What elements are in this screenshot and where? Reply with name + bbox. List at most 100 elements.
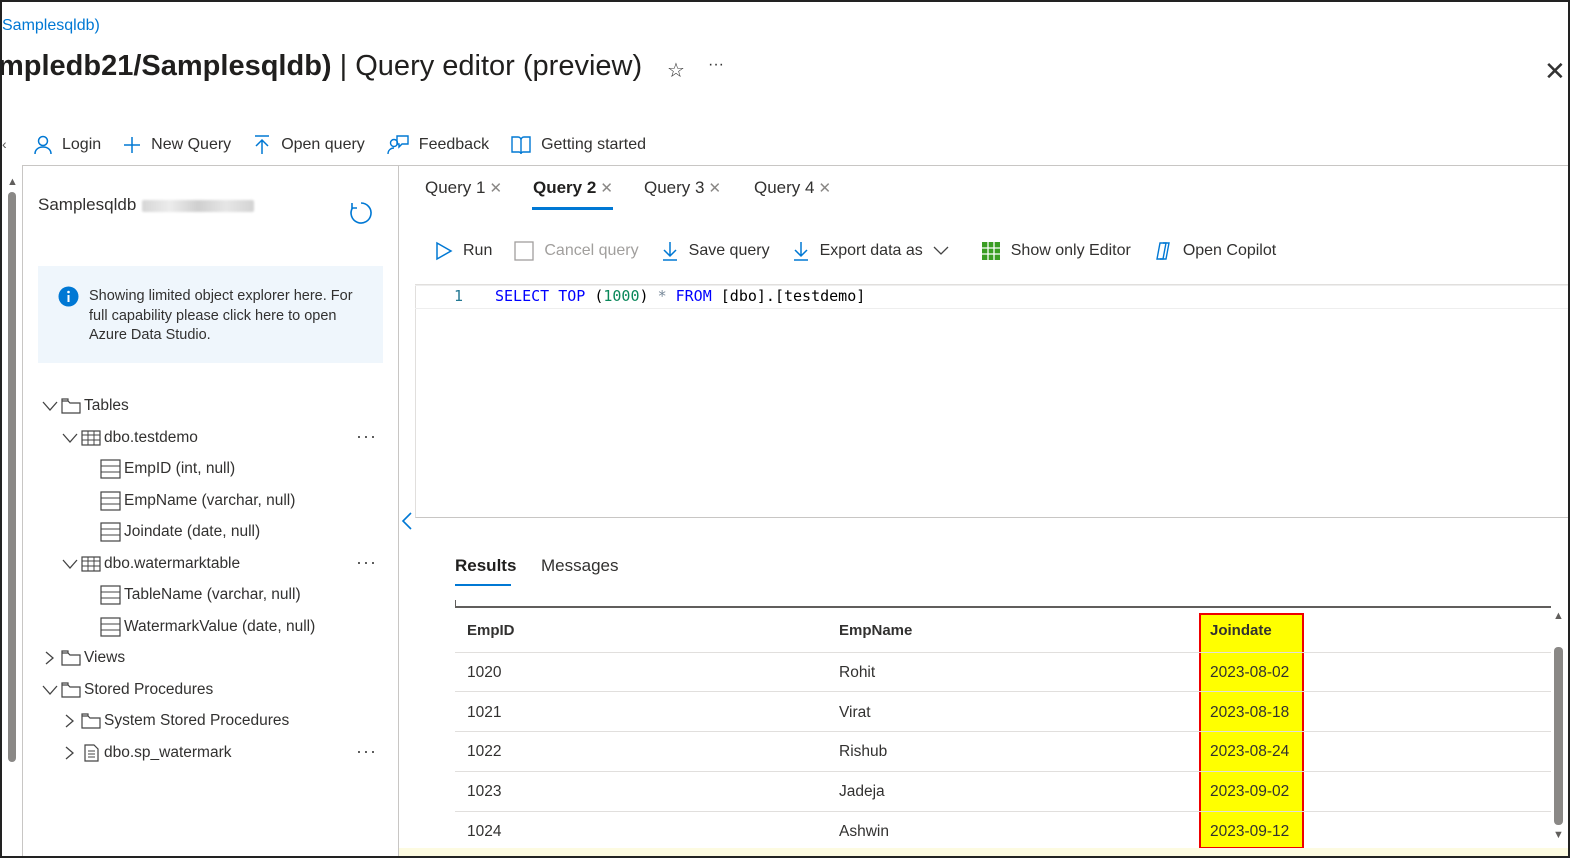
export-data-button[interactable]: Export data as — [792, 241, 959, 261]
table-icon — [81, 556, 101, 572]
tab-query-1-label: Query 1 — [425, 178, 486, 197]
tree-node-column[interactable]: WatermarkValue (date, null) — [100, 616, 315, 638]
tree-label-column: EmpName (varchar, null) — [124, 492, 296, 509]
refresh-icon[interactable] — [348, 200, 374, 231]
tree-node-views[interactable]: Views — [42, 647, 125, 669]
new-query-button[interactable]: New Query — [123, 136, 231, 154]
active-tab-indicator — [532, 207, 613, 210]
tree-node-table-watermarktable[interactable]: dbo.watermarktable — [62, 553, 240, 575]
tab-query-4[interactable]: Query 4 ✕ — [754, 178, 831, 198]
cell-joindate[interactable]: 2023-09-02 — [1210, 783, 1289, 801]
cancel-query-button[interactable]: Cancel query — [514, 241, 639, 261]
open-query-button[interactable]: Open query — [253, 135, 365, 155]
collapse-pane-icon[interactable] — [401, 512, 413, 535]
column-header-joindate[interactable]: Joindate — [1210, 622, 1272, 639]
getting-started-button[interactable]: Getting started — [511, 135, 646, 155]
chevron-right-icon — [65, 746, 74, 760]
close-tab-icon[interactable]: ✕ — [600, 180, 613, 197]
tree-node-column[interactable]: Joindate (date, null) — [100, 521, 260, 543]
row-divider — [455, 691, 1551, 692]
tree-label-column: TableName (varchar, null) — [124, 586, 301, 603]
query-editor-window: Samplesqldb) mpledb21/Samplesqldb) | Que… — [0, 0, 1570, 858]
more-actions-watermarktable[interactable]: ··· — [356, 552, 377, 573]
pane-divider[interactable] — [398, 165, 399, 856]
column-header-empname[interactable]: EmpName — [839, 622, 912, 639]
results-scrollbar[interactable] — [1554, 647, 1563, 825]
close-tab-icon[interactable]: ✕ — [818, 180, 831, 197]
tree-node-sp-watermark[interactable]: dbo.sp_watermark — [62, 742, 232, 764]
cell-empname[interactable]: Ashwin — [839, 823, 889, 841]
toolbar-divider — [22, 165, 1568, 166]
cell-joindate[interactable]: 2023-08-02 — [1210, 664, 1289, 682]
tab-messages[interactable]: Messages — [541, 556, 618, 576]
more-actions-sp-watermark[interactable]: ··· — [356, 741, 377, 762]
folder-icon — [61, 650, 81, 666]
login-button[interactable]: Login — [34, 135, 101, 155]
close-tab-icon[interactable]: ✕ — [489, 180, 502, 197]
tab-query-3[interactable]: Query 3 ✕ — [644, 178, 721, 198]
cell-empname[interactable]: Rishub — [839, 743, 887, 761]
explorer-scrollbar[interactable] — [8, 192, 16, 762]
getting-started-label: Getting started — [541, 136, 647, 153]
scroll-up-arrow-icon[interactable]: ▲ — [1553, 610, 1564, 622]
export-data-label: Export data as — [819, 242, 923, 259]
tree-node-column[interactable]: EmpID (int, null) — [100, 458, 235, 480]
cell-joindate[interactable]: 2023-08-24 — [1210, 743, 1289, 761]
cell-empid[interactable]: 1021 — [467, 704, 501, 722]
cell-empname[interactable]: Rohit — [839, 664, 875, 682]
more-actions-testdemo[interactable]: ··· — [356, 426, 377, 447]
cell-empid[interactable]: 1024 — [467, 823, 501, 841]
breadcrumb[interactable]: Samplesqldb) — [2, 17, 100, 35]
tab-query-1[interactable]: Query 1 ✕ — [425, 178, 502, 198]
more-options-icon[interactable]: ··· — [708, 56, 724, 74]
sql-identifier: [dbo].[testdemo] — [720, 287, 866, 305]
favorite-star-icon[interactable]: ☆ — [667, 58, 685, 83]
sql-code-line[interactable]: SELECT TOP (1000) * FROM [dbo].[testdemo… — [495, 287, 865, 305]
results-tab-indicator — [455, 584, 511, 586]
folder-icon — [61, 398, 81, 414]
column-icon — [100, 491, 121, 511]
feedback-button[interactable]: Feedback — [387, 135, 489, 155]
status-strip — [399, 848, 1568, 856]
tree-node-tables[interactable]: Tables — [42, 395, 129, 417]
document-icon — [84, 744, 99, 762]
chevron-down-icon — [933, 246, 949, 255]
scroll-down-arrow-icon[interactable]: ▼ — [1553, 829, 1564, 841]
collapse-chevron-icon[interactable]: ‹ — [2, 136, 7, 152]
download-icon — [662, 242, 677, 261]
tree-label-stored-procedures: Stored Procedures — [84, 681, 214, 698]
row-divider — [455, 771, 1551, 772]
database-name: Samplesqldb — [38, 195, 255, 215]
scroll-up-arrow-icon[interactable]: ▲ — [7, 176, 18, 188]
tree-node-system-stored-procedures[interactable]: System Stored Procedures — [62, 710, 289, 732]
chevron-down-icon — [62, 559, 78, 569]
save-query-button[interactable]: Save query — [661, 241, 770, 261]
run-label: Run — [463, 242, 493, 259]
info-banner-text[interactable]: Showing limited object explorer here. Fo… — [89, 287, 374, 346]
tab-query-2[interactable]: Query 2 ✕ — [533, 178, 613, 198]
sql-editor[interactable] — [415, 284, 1568, 518]
cell-empname[interactable]: Virat — [839, 704, 871, 722]
open-copilot-button[interactable]: Open Copilot — [1153, 241, 1276, 261]
tree-node-column[interactable]: EmpName (varchar, null) — [100, 490, 295, 512]
cell-empname[interactable]: Jadeja — [839, 783, 885, 801]
column-header-empid[interactable]: EmpID — [467, 622, 515, 639]
tree-node-column[interactable]: TableName (varchar, null) — [100, 584, 301, 606]
cell-empid[interactable]: 1023 — [467, 783, 501, 801]
cell-empid[interactable]: 1020 — [467, 664, 501, 682]
tree-label-views: Views — [84, 649, 126, 666]
tab-query-4-label: Query 4 — [754, 178, 815, 197]
cell-joindate[interactable]: 2023-08-18 — [1210, 704, 1289, 722]
close-icon[interactable]: ✕ — [1544, 56, 1566, 87]
tab-results[interactable]: Results — [455, 556, 516, 576]
tree-node-table-testdemo[interactable]: dbo.testdemo — [62, 427, 198, 449]
cell-empid[interactable]: 1022 — [467, 743, 501, 761]
upload-icon — [255, 135, 270, 154]
column-icon — [100, 585, 121, 605]
close-tab-icon[interactable]: ✕ — [708, 180, 721, 197]
run-button[interactable]: Run — [435, 241, 492, 261]
tree-node-stored-procedures[interactable]: Stored Procedures — [42, 679, 213, 701]
command-bar: Run Cancel query Save query Export data … — [435, 238, 1298, 264]
cell-joindate[interactable]: 2023-09-12 — [1210, 823, 1289, 841]
show-only-editor-button[interactable]: Show only Editor — [981, 241, 1131, 261]
